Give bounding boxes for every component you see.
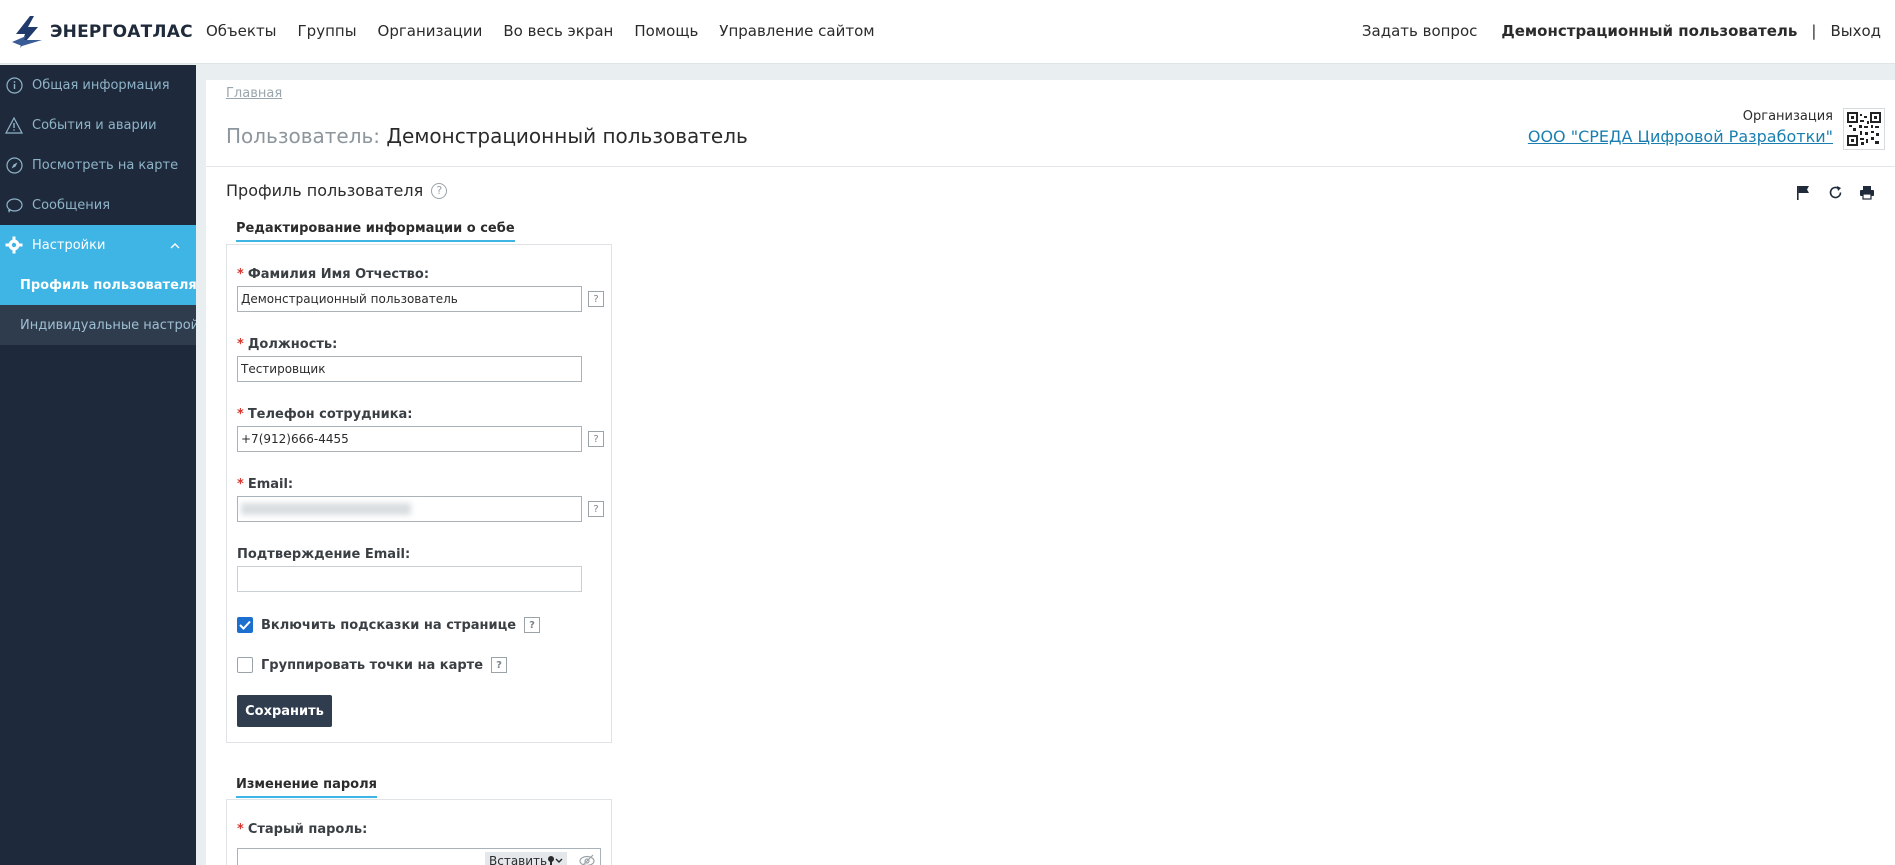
help-icon[interactable]: ? (431, 182, 448, 199)
email-confirm-label: Подтверждение Email: (237, 547, 411, 562)
sidebar-item-label: Посмотреть на карте (32, 157, 179, 173)
sidebar-item-map[interactable]: Посмотреть на карте (0, 145, 196, 185)
fio-label-text: Фамилия Имя Отчество: (247, 267, 430, 282)
position-label-text: Должность: (247, 337, 338, 352)
hints-checkbox[interactable] (237, 617, 253, 633)
password-paste-bar: Вставить (485, 851, 603, 865)
email-confirm-input[interactable] (237, 566, 582, 592)
group-help-icon[interactable]: ? (491, 657, 508, 673)
hints-help-icon[interactable]: ? (524, 617, 541, 633)
sidebar-subitem-individual-settings[interactable]: Индивидуальные настрой... (0, 305, 196, 345)
tab-profile-edit[interactable]: Редактирование информации о себе (236, 221, 515, 242)
group-checkbox-label: Группировать точки на карте (261, 657, 484, 673)
old-password-label: * Старый пароль: (237, 822, 367, 837)
required-mark: * (237, 822, 244, 837)
sidebar: Общая информация События и аварии Посмот… (0, 65, 196, 865)
nav-site-admin[interactable]: Управление сайтом (719, 22, 874, 40)
position-label: * Должность: (237, 337, 337, 352)
sidebar-item-label: Общая информация (32, 77, 170, 93)
email-blurred-value (241, 503, 411, 515)
required-mark: * (237, 267, 244, 282)
phone-input[interactable] (237, 426, 582, 452)
page-title-prefix: Пользователь: (226, 124, 381, 148)
flag-icon[interactable] (1795, 184, 1811, 200)
print-icon[interactable] (1859, 184, 1875, 200)
logo-bolt-icon (12, 16, 42, 48)
fio-label: * Фамилия Имя Отчество: (237, 267, 429, 282)
group-checkbox-row[interactable]: Группировать точки на карте ? (237, 657, 508, 673)
sidebar-item-label: События и аварии (32, 117, 157, 133)
top-nav: Объекты Группы Организации Во весь экран… (206, 22, 896, 40)
sidebar-item-label: Настройки (32, 237, 106, 253)
required-mark: * (237, 407, 244, 422)
old-password-label-text: Старый пароль: (247, 822, 368, 837)
paste-button[interactable]: Вставить (485, 852, 568, 865)
page-title: Пользователь: Демонстрационный пользоват… (226, 124, 748, 148)
chevron-up-icon[interactable] (170, 239, 180, 254)
breadcrumb-home[interactable]: Главная (226, 86, 282, 101)
position-input[interactable] (237, 356, 582, 382)
hints-checkbox-label: Включить подсказки на странице (261, 617, 517, 633)
info-icon (4, 75, 24, 95)
nav-groups[interactable]: Группы (298, 22, 357, 40)
phone-label: * Телефон сотрудника: (237, 407, 413, 422)
chat-icon (4, 195, 24, 215)
ask-question-link[interactable]: Задать вопрос (1362, 22, 1478, 40)
page-title-name: Демонстрационный пользователь (386, 124, 748, 148)
top-right: Задать вопрос Демонстрационный пользоват… (1362, 22, 1881, 40)
eye-off-icon[interactable] (579, 854, 595, 865)
hints-checkbox-row[interactable]: Включить подсказки на странице ? (237, 617, 541, 633)
content-panel: Главная Пользователь: Демонстрационный п… (206, 80, 1895, 865)
nav-fullscreen[interactable]: Во весь экран (503, 22, 613, 40)
email-label: * Email: (237, 477, 293, 492)
logo[interactable]: ЭНЕРГОАТЛАС (12, 16, 193, 48)
fio-input[interactable] (237, 286, 582, 312)
toolbar (1779, 184, 1875, 200)
phone-label-text: Телефон сотрудника: (247, 407, 413, 422)
section-title-text: Профиль пользователя (226, 181, 424, 200)
warning-icon (4, 115, 24, 135)
qr-code-icon[interactable] (1843, 108, 1885, 150)
required-mark: * (237, 477, 244, 492)
nav-help[interactable]: Помощь (634, 22, 698, 40)
sidebar-item-general-info[interactable]: Общая информация (0, 65, 196, 105)
required-mark: * (237, 337, 244, 352)
section-title: Профиль пользователя ? (226, 181, 448, 200)
gear-icon (4, 235, 24, 255)
sidebar-subitem-user-profile[interactable]: Профиль пользователя (0, 265, 196, 305)
tab-change-password[interactable]: Изменение пароля (236, 777, 377, 798)
organization-label: Организация (1742, 109, 1833, 124)
current-user-link[interactable]: Демонстрационный пользователь (1501, 22, 1797, 40)
sidebar-item-label: Сообщения (32, 197, 111, 213)
header-divider (206, 166, 1895, 167)
email-help-icon[interactable]: ? (588, 501, 604, 517)
sidebar-item-messages[interactable]: Сообщения (0, 185, 196, 225)
sidebar-item-events[interactable]: События и аварии (0, 105, 196, 145)
nav-organizations[interactable]: Организации (378, 22, 483, 40)
paste-label: Вставить (489, 854, 548, 865)
password-form: * Старый пароль: Вставить (226, 799, 612, 865)
top-bar: ЭНЕРГОАТЛАС Объекты Группы Организации В… (0, 0, 1895, 64)
key-icon (548, 856, 563, 865)
refresh-icon[interactable] (1827, 184, 1843, 200)
organization-link[interactable]: ООО "СРЕДА Цифровой Разработки" (1528, 127, 1833, 146)
save-button[interactable]: Сохранить (237, 695, 332, 727)
separator: | (1811, 22, 1817, 40)
profile-form: *Фамилия Имя Отчество: ? *Должность: *Те… (226, 244, 612, 743)
logout-link[interactable]: Выход (1830, 22, 1881, 40)
logo-text: ЭНЕРГОАТЛАС (50, 22, 193, 42)
sidebar-item-settings[interactable]: Настройки (0, 225, 196, 265)
phone-help-icon[interactable]: ? (588, 431, 604, 447)
email-label-text: Email: (247, 477, 294, 492)
group-checkbox[interactable] (237, 657, 253, 673)
nav-objects[interactable]: Объекты (206, 22, 277, 40)
fio-help-icon[interactable]: ? (588, 291, 604, 307)
compass-icon (4, 155, 24, 175)
